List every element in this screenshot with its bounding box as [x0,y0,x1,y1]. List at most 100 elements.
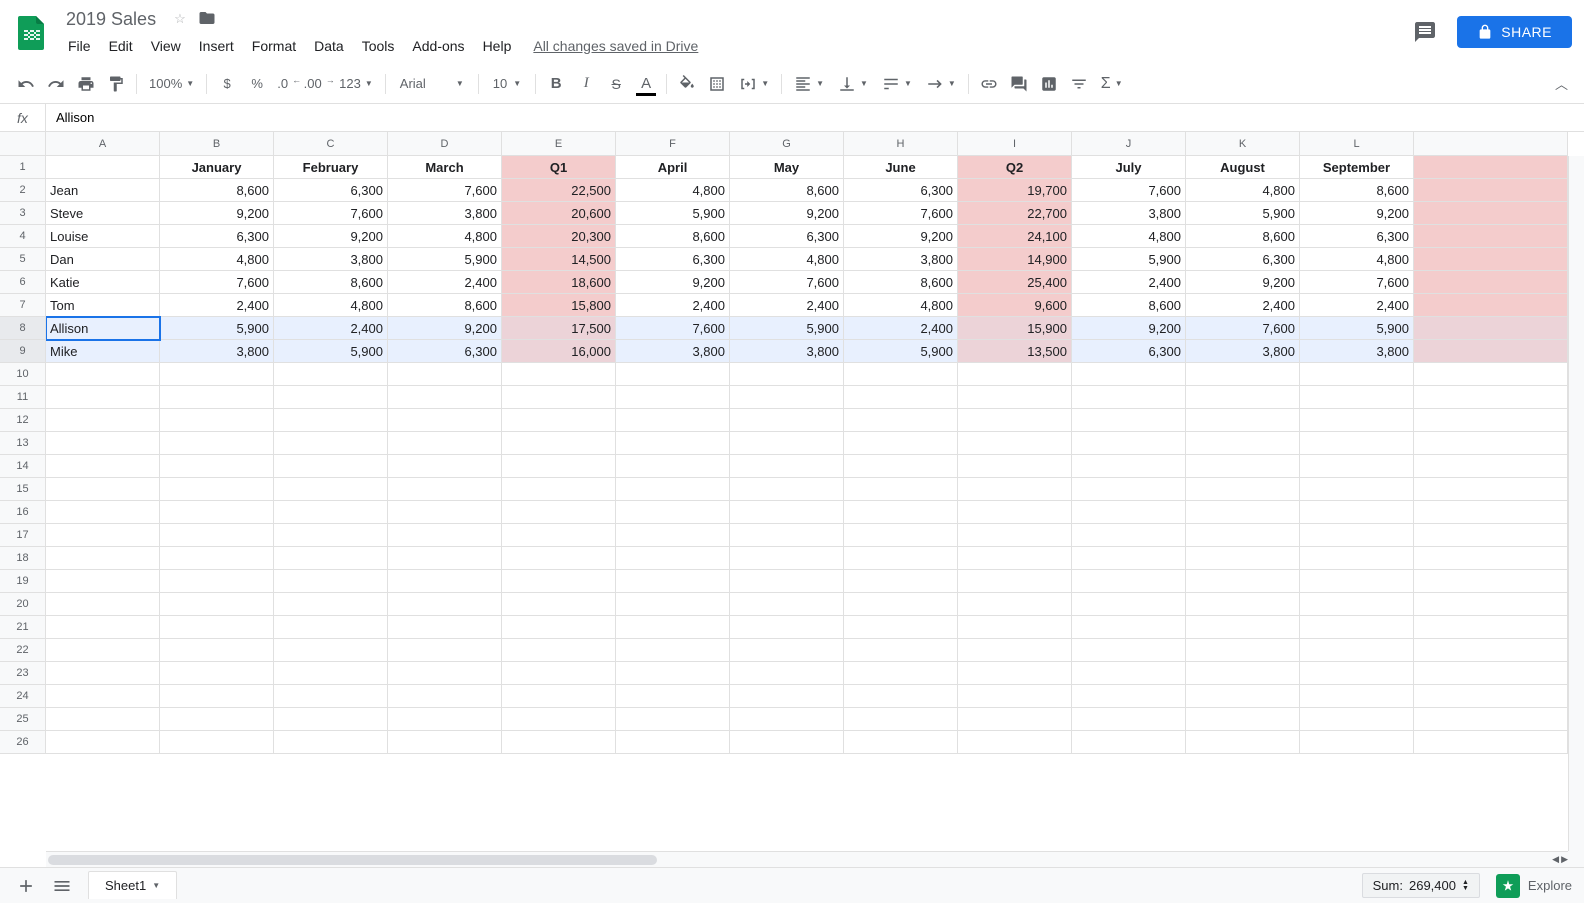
cell[interactable] [46,639,160,662]
cell[interactable] [388,593,502,616]
cell[interactable]: 9,200 [616,271,730,294]
row-header[interactable]: 16 [0,501,45,524]
cell[interactable] [46,616,160,639]
cell[interactable] [844,639,958,662]
cells-area[interactable]: JanuaryFebruaryMarchQ1AprilMayJuneQ2July… [46,156,1568,851]
cell[interactable] [1072,662,1186,685]
cell[interactable] [274,547,388,570]
cell[interactable] [730,593,844,616]
menu-insert[interactable]: Insert [191,34,242,58]
print-button[interactable] [72,70,100,98]
cell[interactable] [502,386,616,409]
cell[interactable] [958,731,1072,754]
cell[interactable] [274,731,388,754]
cell[interactable] [958,455,1072,478]
cell[interactable] [46,478,160,501]
folder-icon[interactable] [198,9,216,30]
cell[interactable] [1186,662,1300,685]
cell[interactable]: 7,600 [844,202,958,225]
cell[interactable]: Q1 [502,156,616,179]
cell[interactable]: 5,900 [730,317,844,340]
cell[interactable] [46,363,160,386]
cell[interactable] [46,455,160,478]
cell[interactable] [274,432,388,455]
cell[interactable] [844,386,958,409]
cell[interactable]: 2,400 [388,271,502,294]
cell[interactable]: 8,600 [1300,179,1414,202]
cell[interactable] [1072,731,1186,754]
cell[interactable]: 8,600 [730,179,844,202]
cell[interactable] [502,501,616,524]
cell[interactable] [160,501,274,524]
cell[interactable] [1072,363,1186,386]
cell[interactable] [958,708,1072,731]
row-header[interactable]: 1 [0,156,45,179]
cell[interactable]: Q2 [958,156,1072,179]
cell[interactable] [616,547,730,570]
cell[interactable]: 2,400 [274,317,388,340]
row-header[interactable]: 6 [0,271,45,294]
cell[interactable]: 9,200 [730,202,844,225]
cell[interactable]: Steve [46,202,160,225]
cell[interactable]: 9,200 [388,317,502,340]
horizontal-scroll-thumb[interactable] [48,855,657,865]
cell[interactable] [274,593,388,616]
cell[interactable] [844,616,958,639]
share-button[interactable]: SHARE [1457,16,1572,48]
cell[interactable] [1300,501,1414,524]
cell[interactable] [844,363,958,386]
row-header[interactable]: 7 [0,294,45,317]
menu-data[interactable]: Data [306,34,352,58]
cell[interactable]: 7,600 [730,271,844,294]
cell[interactable] [1186,432,1300,455]
row-header[interactable]: 24 [0,685,45,708]
cell[interactable] [160,593,274,616]
cell[interactable] [844,478,958,501]
formula-input[interactable] [46,104,1584,131]
cell[interactable]: 13,500 [958,340,1072,363]
increase-decimal-button[interactable]: .00→ [303,70,331,98]
cell[interactable]: 3,800 [730,340,844,363]
cell[interactable]: 4,800 [160,248,274,271]
row-header[interactable]: 13 [0,432,45,455]
add-sheet-button[interactable] [12,872,40,900]
cell[interactable]: June [844,156,958,179]
cell[interactable]: 15,900 [958,317,1072,340]
cell[interactable] [160,570,274,593]
cell[interactable]: May [730,156,844,179]
quick-sum-box[interactable]: Sum: 269,400 ▲▼ [1362,873,1480,898]
cell[interactable] [1186,616,1300,639]
column-header[interactable]: I [958,132,1072,155]
cell[interactable]: 20,300 [502,225,616,248]
cell[interactable] [1300,616,1414,639]
cell[interactable] [388,570,502,593]
cell[interactable]: 5,900 [844,340,958,363]
cell[interactable] [1186,547,1300,570]
cell[interactable] [958,639,1072,662]
cell[interactable]: 9,200 [844,225,958,248]
cell[interactable] [730,409,844,432]
cell[interactable] [1300,547,1414,570]
cell[interactable] [274,639,388,662]
column-header[interactable]: K [1186,132,1300,155]
currency-button[interactable]: $ [213,70,241,98]
cell[interactable] [1072,409,1186,432]
cell[interactable] [388,409,502,432]
cell[interactable]: 7,600 [1072,179,1186,202]
cell[interactable] [844,662,958,685]
cell[interactable] [1300,685,1414,708]
cell[interactable] [730,455,844,478]
cell[interactable] [616,639,730,662]
cell[interactable] [502,432,616,455]
cell[interactable]: Jean [46,179,160,202]
functions-button[interactable]: Σ▼ [1095,75,1129,93]
cell[interactable]: 4,800 [1072,225,1186,248]
cell[interactable] [46,409,160,432]
cell[interactable] [160,432,274,455]
cell[interactable] [46,386,160,409]
cell[interactable] [388,524,502,547]
cell[interactable] [1300,478,1414,501]
cell[interactable] [730,478,844,501]
cell[interactable] [844,731,958,754]
cell[interactable] [844,524,958,547]
